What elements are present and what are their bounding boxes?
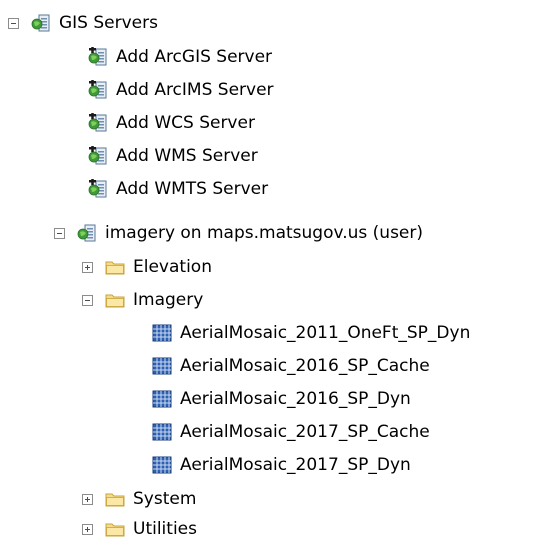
tree-item-label: AerialMosaic_2016_SP_Dyn — [180, 389, 411, 409]
folder-icon — [105, 519, 125, 539]
tree-node-folder-imagery[interactable]: Imagery — [82, 285, 203, 315]
folder-icon — [105, 290, 125, 310]
tree-item-label: AerialMosaic_2017_SP_Dyn — [180, 455, 411, 475]
tree-node-label: Elevation — [133, 257, 212, 277]
tree-item-image-service[interactable]: AerialMosaic_2017_SP_Dyn — [152, 450, 411, 480]
tree-node-label: Utilities — [133, 519, 197, 539]
expand-toggle-icon[interactable] — [82, 493, 93, 505]
tree-item-image-service[interactable]: AerialMosaic_2011_OneFt_SP_Dyn — [152, 318, 470, 348]
tree-node-folder-elevation[interactable]: Elevation — [82, 252, 212, 282]
add-server-icon — [88, 146, 108, 166]
tree-node-folder-system[interactable]: System — [82, 484, 196, 514]
collapse-toggle-icon[interactable] — [82, 294, 93, 306]
folder-icon — [105, 489, 125, 509]
tree-item-label: AerialMosaic_2017_SP_Cache — [180, 422, 430, 442]
collapse-toggle-icon[interactable] — [8, 17, 19, 29]
add-server-icon — [88, 113, 108, 133]
tree-item-image-service[interactable]: AerialMosaic_2017_SP_Cache — [152, 417, 430, 447]
image-service-icon — [152, 389, 172, 409]
tree-item-label: Add WMS Server — [116, 146, 258, 166]
gis-servers-icon — [31, 13, 51, 33]
tree-item-label: AerialMosaic_2016_SP_Cache — [180, 356, 430, 376]
tree-item-label: Add WCS Server — [116, 113, 255, 133]
add-server-icon — [88, 80, 108, 100]
tree-node-folder-utilities[interactable]: Utilities — [82, 514, 197, 544]
tree-item-add-arcgis-server[interactable]: Add ArcGIS Server — [88, 42, 272, 72]
tree-node-gis-servers[interactable]: GIS Servers — [8, 8, 158, 38]
tree-item-label: Add WMTS Server — [116, 179, 269, 199]
tree-item-image-service[interactable]: AerialMosaic_2016_SP_Dyn — [152, 384, 411, 414]
tree-node-label: GIS Servers — [59, 13, 158, 33]
tree-item-add-wcs-server[interactable]: Add WCS Server — [88, 108, 255, 138]
gis-servers-tree: GIS Servers Add ArcGIS Server Add ArcIMS… — [0, 0, 546, 546]
tree-item-image-service[interactable]: AerialMosaic_2016_SP_Cache — [152, 351, 430, 381]
image-service-icon — [152, 455, 172, 475]
tree-item-add-wmts-server[interactable]: Add WMTS Server — [88, 174, 268, 204]
server-connection-icon — [77, 223, 97, 243]
add-server-icon — [88, 47, 108, 67]
collapse-toggle-icon[interactable] — [54, 227, 65, 239]
expand-toggle-icon[interactable] — [82, 523, 93, 535]
tree-node-label: System — [133, 489, 197, 509]
tree-node-label: imagery on maps.matsugov.us (user) — [105, 223, 424, 243]
folder-icon — [105, 257, 125, 277]
add-server-icon — [88, 179, 108, 199]
tree-node-label: Imagery — [133, 290, 204, 310]
tree-item-label: AerialMosaic_2011_OneFt_SP_Dyn — [180, 323, 471, 343]
tree-item-label: Add ArcGIS Server — [116, 47, 273, 67]
expand-toggle-icon[interactable] — [82, 261, 93, 273]
image-service-icon — [152, 422, 172, 442]
tree-item-label: Add ArcIMS Server — [116, 80, 274, 100]
tree-item-add-wms-server[interactable]: Add WMS Server — [88, 141, 258, 171]
tree-item-add-arcims-server[interactable]: Add ArcIMS Server — [88, 75, 274, 105]
image-service-icon — [152, 356, 172, 376]
image-service-icon — [152, 323, 172, 343]
tree-node-server-connection[interactable]: imagery on maps.matsugov.us (user) — [54, 218, 423, 248]
